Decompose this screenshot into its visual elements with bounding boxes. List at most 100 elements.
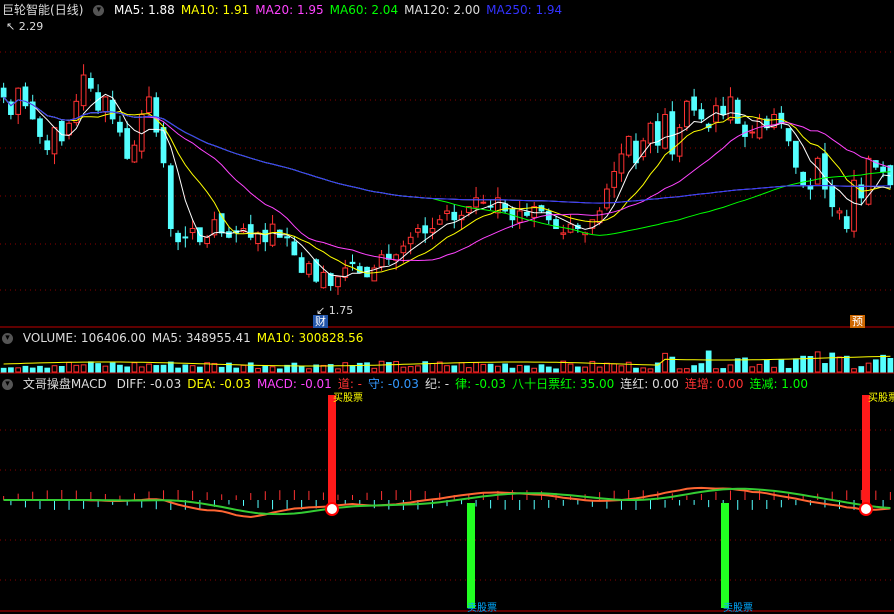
volume-bar-42 bbox=[306, 368, 312, 373]
volume-bar-16 bbox=[117, 364, 123, 373]
candle-body-8 bbox=[58, 120, 65, 142]
volume-bar-55 bbox=[400, 366, 407, 373]
volume-bar-47 bbox=[342, 362, 349, 373]
candle-body-31 bbox=[226, 231, 232, 238]
candle-body-114 bbox=[829, 185, 836, 208]
candle-body-87 bbox=[633, 140, 639, 164]
volume-bar-78 bbox=[567, 363, 574, 373]
buy-signal-label-1: 买股票 bbox=[333, 393, 363, 404]
volume-bar-38 bbox=[276, 368, 283, 373]
volume-bar-26 bbox=[189, 365, 196, 373]
candle-body-48 bbox=[349, 261, 356, 265]
volume-bar-65 bbox=[473, 362, 479, 373]
volume-bar-79 bbox=[574, 366, 581, 373]
volume-bar-7 bbox=[51, 365, 58, 373]
volume-bar-4 bbox=[29, 367, 36, 373]
volume-bar-84 bbox=[611, 363, 618, 373]
candle-body-16 bbox=[117, 121, 123, 133]
volume-bar-37 bbox=[269, 366, 276, 373]
volume-bar-113 bbox=[822, 363, 828, 373]
volume-bar-62 bbox=[451, 365, 458, 373]
volume-bar-109 bbox=[793, 358, 799, 373]
candle-body-25 bbox=[182, 236, 189, 239]
candle-body-6 bbox=[44, 140, 51, 151]
volume-bar-83 bbox=[604, 362, 610, 373]
candle-body-83 bbox=[604, 188, 610, 209]
volume-bar-74 bbox=[538, 364, 545, 373]
candle-body-14 bbox=[102, 96, 109, 113]
candle-body-38 bbox=[276, 229, 283, 238]
volume-bar-104 bbox=[756, 363, 763, 373]
volume-bar-122 bbox=[887, 358, 894, 373]
candle-body-96 bbox=[698, 109, 705, 120]
volume-bar-87 bbox=[633, 367, 639, 373]
volume-bar-91 bbox=[662, 352, 668, 373]
financial-report-badge[interactable]: 财 bbox=[313, 315, 328, 328]
candle-body-65 bbox=[473, 197, 479, 208]
sell-signal-label-1: 卖股票 bbox=[467, 603, 497, 614]
candle-body-107 bbox=[778, 112, 785, 124]
buy-signal-bar-2 bbox=[862, 395, 870, 503]
volume-bar-30 bbox=[218, 366, 225, 373]
volume-bar-54 bbox=[393, 361, 399, 373]
candle-body-100 bbox=[727, 96, 734, 121]
candle-body-85 bbox=[618, 153, 625, 174]
candle-body-42 bbox=[306, 263, 312, 275]
volume-bar-3 bbox=[22, 365, 29, 373]
stock-chart[interactable] bbox=[0, 0, 894, 613]
candle-body-102 bbox=[742, 124, 748, 137]
volume-bar-13 bbox=[95, 363, 101, 373]
candle-body-117 bbox=[851, 179, 857, 232]
candle-body-18 bbox=[131, 144, 138, 163]
candle-body-3 bbox=[22, 86, 29, 107]
candle-body-44 bbox=[320, 271, 327, 289]
volume-bar-36 bbox=[262, 365, 269, 373]
volume-bar-117 bbox=[851, 368, 857, 373]
high-price-mark: ↖ 2.29 bbox=[6, 20, 44, 33]
volume-bar-34 bbox=[247, 362, 254, 373]
volume-bar-64 bbox=[465, 367, 472, 373]
candle-body-23 bbox=[167, 165, 174, 230]
volume-bar-19 bbox=[138, 366, 145, 373]
candle-body-17 bbox=[124, 128, 131, 159]
volume-bar-118 bbox=[858, 366, 865, 373]
candle-body-115 bbox=[836, 210, 843, 214]
candle-body-77 bbox=[560, 232, 567, 235]
volume-bar-85 bbox=[618, 365, 625, 373]
candle-body-108 bbox=[785, 128, 792, 142]
volume-bar-57 bbox=[415, 365, 421, 373]
candle-body-116 bbox=[843, 216, 850, 230]
volume-bar-35 bbox=[255, 367, 261, 373]
forecast-badge[interactable]: 预 bbox=[850, 315, 865, 328]
candle-body-122 bbox=[887, 165, 894, 186]
volume-bar-103 bbox=[749, 366, 756, 373]
candle-body-60 bbox=[436, 219, 443, 225]
volume-bar-21 bbox=[153, 365, 160, 373]
volume-bar-49 bbox=[356, 362, 363, 373]
volume-bar-100 bbox=[727, 364, 734, 373]
volume-bar-75 bbox=[545, 366, 552, 373]
candle-body-89 bbox=[647, 122, 654, 144]
candle-body-69 bbox=[502, 203, 509, 212]
volume-bar-71 bbox=[516, 364, 523, 373]
buy-signal-bar-1 bbox=[328, 395, 336, 503]
candle-body-101 bbox=[734, 99, 741, 124]
volume-bar-6 bbox=[44, 367, 51, 373]
volume-bar-40 bbox=[291, 362, 298, 373]
sell-signal-bar-2 bbox=[721, 503, 729, 608]
volume-bar-115 bbox=[836, 356, 843, 373]
volume-bar-114 bbox=[829, 352, 836, 373]
volume-bar-48 bbox=[349, 365, 356, 373]
volume-bar-95 bbox=[691, 365, 697, 373]
low-price-value: 1.75 bbox=[328, 304, 354, 317]
buy-marker-2 bbox=[859, 502, 873, 516]
volume-bar-120 bbox=[872, 359, 879, 373]
volume-bar-23 bbox=[167, 361, 174, 373]
volume-bar-24 bbox=[175, 367, 181, 373]
candle-body-55 bbox=[400, 245, 407, 254]
volume-bar-72 bbox=[524, 365, 530, 373]
volume-bar-59 bbox=[429, 362, 436, 373]
candle-body-15 bbox=[109, 99, 116, 120]
candle-body-11 bbox=[80, 74, 87, 107]
volume-bar-96 bbox=[698, 363, 705, 373]
